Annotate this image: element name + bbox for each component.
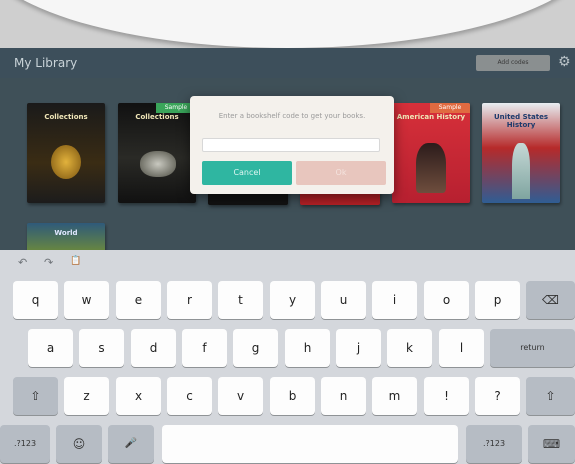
book-cover[interactable]: World xyxy=(27,223,105,253)
key-h[interactable]: h xyxy=(285,329,330,367)
return-key[interactable]: return xyxy=(490,329,575,367)
key-exclamation[interactable]: ! xyxy=(424,377,469,415)
app-header: My Library Add codes ⚙ xyxy=(0,48,575,79)
book-art xyxy=(51,145,81,179)
shift-left-key[interactable]: ⇧ xyxy=(13,377,58,415)
dialog-message: Enter a bookshelf code to get your books… xyxy=(218,112,366,120)
book-title: World xyxy=(54,229,78,237)
key-i[interactable]: i xyxy=(372,281,417,319)
key-n[interactable]: n xyxy=(321,377,366,415)
key-k[interactable]: k xyxy=(387,329,432,367)
book-art xyxy=(512,143,530,199)
space-key[interactable] xyxy=(162,425,458,463)
key-q[interactable]: q xyxy=(13,281,58,319)
add-codes-button[interactable]: Add codes xyxy=(476,55,550,71)
key-e[interactable]: e xyxy=(116,281,161,319)
book-cover[interactable]: Collections xyxy=(27,103,105,203)
key-s[interactable]: s xyxy=(79,329,124,367)
emoji-icon[interactable]: ☺ xyxy=(56,425,102,463)
bookshelf-code-input[interactable] xyxy=(202,138,380,152)
ok-button[interactable]: Ok xyxy=(296,161,386,185)
key-w[interactable]: w xyxy=(64,281,109,319)
sample-ribbon: Sample xyxy=(430,103,470,113)
paste-icon[interactable]: 📋 xyxy=(70,256,81,266)
book-art xyxy=(140,151,176,177)
key-y[interactable]: y xyxy=(270,281,315,319)
key-o[interactable]: o xyxy=(424,281,469,319)
key-t[interactable]: t xyxy=(218,281,263,319)
shift-right-key[interactable]: ⇧ xyxy=(526,377,575,415)
key-r[interactable]: r xyxy=(167,281,212,319)
page-title: My Library xyxy=(14,56,78,70)
key-g[interactable]: g xyxy=(233,329,278,367)
key-j[interactable]: j xyxy=(336,329,381,367)
key-a[interactable]: a xyxy=(28,329,73,367)
key-m[interactable]: m xyxy=(372,377,417,415)
undo-icon[interactable]: ↶ xyxy=(18,256,27,269)
book-title: American History xyxy=(396,113,466,121)
numbers-left-key[interactable]: .?123 xyxy=(0,425,50,463)
key-d[interactable]: d xyxy=(131,329,176,367)
numbers-right-key[interactable]: .?123 xyxy=(466,425,522,463)
book-title: United States History xyxy=(494,113,548,129)
cancel-button[interactable]: Cancel xyxy=(202,161,292,185)
book-title: Collections xyxy=(135,113,179,121)
onscreen-keyboard: ↶ ↷ 📋 q w e r t y u i o p ⌫ a s d f g h … xyxy=(0,250,575,464)
redo-icon[interactable]: ↷ xyxy=(44,256,53,269)
book-title: Collections xyxy=(44,113,88,121)
key-p[interactable]: p xyxy=(475,281,520,319)
backspace-key[interactable]: ⌫ xyxy=(526,281,575,319)
app-screen: My Library Add codes ⚙ Collections Sampl… xyxy=(0,48,575,464)
key-b[interactable]: b xyxy=(270,377,315,415)
hide-keyboard-icon[interactable]: ⌨ xyxy=(528,425,575,463)
key-question[interactable]: ? xyxy=(475,377,520,415)
key-l[interactable]: l xyxy=(439,329,484,367)
gear-icon[interactable]: ⚙ xyxy=(558,54,571,70)
enter-code-dialog: Enter a bookshelf code to get your books… xyxy=(190,96,394,194)
key-v[interactable]: v xyxy=(218,377,263,415)
book-cover[interactable]: United States History xyxy=(482,103,560,203)
key-f[interactable]: f xyxy=(182,329,227,367)
book-cover[interactable]: Sample Collections xyxy=(118,103,196,203)
key-x[interactable]: x xyxy=(116,377,161,415)
book-art xyxy=(416,143,446,193)
keyboard-toolbar: ↶ ↷ 📋 xyxy=(0,250,575,276)
key-u[interactable]: u xyxy=(321,281,366,319)
key-c[interactable]: c xyxy=(167,377,212,415)
book-cover[interactable]: Sample American History xyxy=(392,103,470,203)
key-z[interactable]: z xyxy=(64,377,109,415)
microphone-icon[interactable]: 🎤 xyxy=(108,425,154,463)
